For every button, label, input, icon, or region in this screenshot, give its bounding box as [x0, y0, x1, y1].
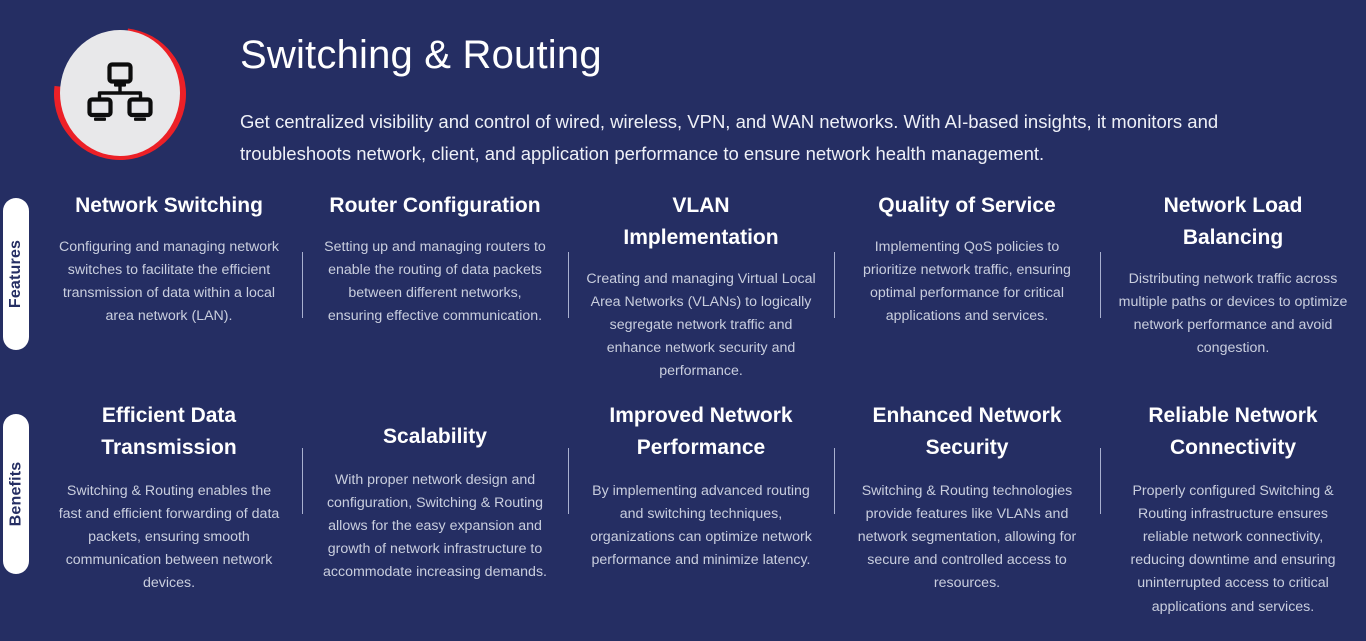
benefit-card-description: By implementing advanced routing and swi…	[590, 482, 812, 569]
feature-card-title: Quality of Service	[878, 194, 1056, 217]
benefit-card-improved-network-performance[interactable]: Improved Network Performance By implemen…	[568, 400, 834, 619]
features-section-label-pill: Features	[3, 198, 29, 350]
page-subtitle: Get centralized visibility and control o…	[240, 111, 1219, 164]
benefits-section: Benefits Efficient Data Transmission Swi…	[0, 400, 1366, 615]
benefit-card-enhanced-network-security[interactable]: Enhanced Network Security Switching & Ro…	[834, 400, 1100, 619]
feature-card-vlan-implementation[interactable]: VLAN Implementation Creating and managin…	[568, 190, 834, 384]
features-section: Features Network Switching Configuring a…	[0, 190, 1366, 400]
benefit-card-title: Scalability	[383, 425, 487, 448]
feature-card-network-load-balancing[interactable]: Network Load Balancing Distributing netw…	[1100, 190, 1366, 384]
badge-disc	[60, 30, 180, 156]
benefits-card-list: Efficient Data Transmission Switching & …	[0, 400, 1366, 619]
service-badge	[27, 1, 213, 187]
benefit-card-description: Switching & Routing technologies provide…	[857, 482, 1077, 592]
feature-card-description: Distributing network traffic across mult…	[1118, 270, 1348, 357]
benefit-card-title: Enhanced Network Security	[872, 404, 1062, 459]
feature-card-title: Router Configuration	[329, 194, 541, 217]
feature-card-title: VLAN Implementation	[623, 194, 779, 249]
benefit-card-efficient-data-transmission[interactable]: Efficient Data Transmission Switching & …	[36, 400, 302, 619]
benefits-label: Benefits	[7, 461, 25, 527]
benefit-card-scalability[interactable]: Scalability With proper network design a…	[302, 400, 568, 619]
features-label: Features	[7, 239, 25, 309]
feature-card-router-configuration[interactable]: Router Configuration Setting up and mana…	[302, 190, 568, 384]
benefit-card-description: Switching & Routing enables the fast and…	[58, 482, 280, 592]
network-topology-icon	[87, 62, 153, 121]
benefit-card-description: Properly configured Switching & Routing …	[1130, 482, 1336, 615]
features-card-list: Network Switching Configuring and managi…	[0, 190, 1366, 384]
feature-card-network-switching[interactable]: Network Switching Configuring and managi…	[36, 190, 302, 384]
feature-card-quality-of-service[interactable]: Quality of Service Implementing QoS poli…	[834, 190, 1100, 384]
service-overview-page: { "theme": { "background": "#252e63", "a…	[0, 0, 1366, 641]
feature-card-description: Setting up and managing routers to enabl…	[324, 238, 546, 325]
feature-card-description: Implementing QoS policies to prioritize …	[863, 238, 1071, 325]
page-header: Switching & Routing Get centralized visi…	[0, 0, 1366, 190]
benefit-card-title: Reliable Network Connectivity	[1148, 404, 1318, 459]
benefit-card-title: Efficient Data Transmission	[101, 404, 237, 459]
feature-card-description: Configuring and managing network switche…	[58, 238, 280, 325]
page-title: Switching & Routing	[240, 33, 602, 77]
feature-card-title: Network Switching	[75, 194, 263, 217]
feature-card-title: Network Load Balancing	[1163, 194, 1303, 249]
header-icon-container	[0, 1, 240, 187]
benefit-card-description: With proper network design and configura…	[323, 471, 547, 581]
benefit-card-title: Improved Network Performance	[609, 404, 793, 459]
benefits-section-label-pill: Benefits	[3, 414, 29, 574]
header-text-block: Switching & Routing Get centralized visi…	[240, 24, 1310, 170]
feature-card-description: Creating and managing Virtual Local Area…	[586, 270, 816, 380]
benefit-card-reliable-network-connectivity[interactable]: Reliable Network Connectivity Properly c…	[1100, 400, 1366, 619]
